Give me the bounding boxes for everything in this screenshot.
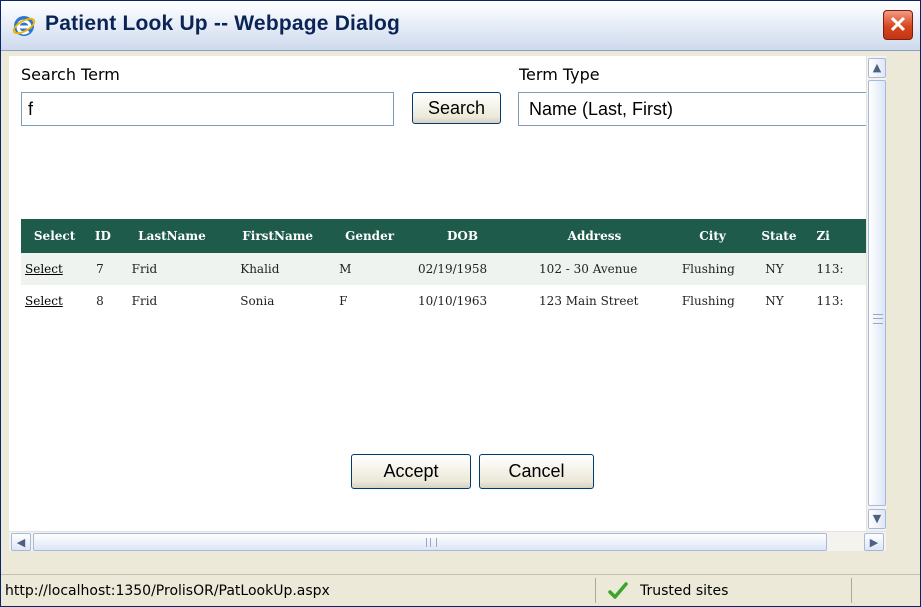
- id-cell: 7: [88, 253, 118, 285]
- scroll-right-button[interactable]: ▶: [864, 533, 884, 551]
- gender-cell: M: [329, 253, 411, 285]
- address-cell: 102 - 30 Avenue: [515, 253, 674, 285]
- internet-explorer-icon: [12, 16, 36, 36]
- chevron-right-icon: ▶: [869, 536, 879, 549]
- zip-cell: 113:: [806, 253, 866, 285]
- term-type-label: Term Type: [519, 65, 600, 84]
- search-term-input[interactable]: [21, 92, 394, 126]
- select-link[interactable]: Select: [25, 294, 63, 308]
- table-row: Select 7 Frid Khalid M 02/19/1958 102 - …: [21, 253, 866, 285]
- lastname-cell: Frid: [117, 285, 227, 317]
- term-type-select[interactable]: Name (Last, First): [518, 92, 866, 126]
- column-header-id[interactable]: ID: [88, 219, 118, 253]
- address-cell: 123 Main Street: [515, 285, 674, 317]
- patient-results-table: Select ID LastName FirstName Gender DOB …: [21, 219, 866, 317]
- search-term-label: Search Term: [21, 65, 120, 84]
- column-header-address[interactable]: Address: [515, 219, 674, 253]
- scroll-left-button[interactable]: ◀: [11, 533, 31, 551]
- term-type-selected-value: Name (Last, First): [529, 99, 674, 119]
- lastname-cell: Frid: [117, 253, 227, 285]
- column-header-gender[interactable]: Gender: [329, 219, 411, 253]
- column-header-dob[interactable]: DOB: [410, 219, 516, 253]
- state-cell: NY: [751, 253, 807, 285]
- firstname-cell: Sonia: [226, 285, 330, 317]
- horizontal-scroll-thumb[interactable]: [33, 533, 827, 551]
- dialog-window: Patient Look Up -- Webpage Dialog ✕ Sear…: [0, 0, 921, 607]
- dob-cell: 10/10/1963: [410, 285, 516, 317]
- horizontal-scrollbar[interactable]: ◀ ▶: [9, 531, 886, 551]
- table-row: Select 8 Frid Sonia F 10/10/1963 123 Mai…: [21, 285, 866, 317]
- title-bar[interactable]: Patient Look Up -- Webpage Dialog ✕: [1, 1, 920, 51]
- close-icon: ✕: [888, 12, 908, 37]
- select-link[interactable]: Select: [25, 262, 63, 276]
- city-cell: Flushing: [673, 253, 752, 285]
- status-bar: http://localhost:1350/ProlisOR/PatLookUp…: [1, 574, 920, 606]
- column-header-firstname[interactable]: FirstName: [226, 219, 330, 253]
- close-button[interactable]: ✕: [883, 10, 913, 40]
- select-cell: Select: [21, 253, 89, 285]
- column-header-state[interactable]: State: [751, 219, 807, 253]
- id-cell: 8: [88, 285, 118, 317]
- state-cell: NY: [751, 285, 807, 317]
- cancel-button[interactable]: Cancel: [479, 454, 594, 489]
- gender-cell: F: [329, 285, 411, 317]
- chevron-left-icon: ◀: [16, 536, 26, 549]
- city-cell: Flushing: [673, 285, 752, 317]
- scroll-up-button[interactable]: ▲: [868, 58, 886, 78]
- scroll-down-button[interactable]: ▼: [868, 509, 886, 529]
- security-zone-label: Trusted sites: [640, 583, 729, 599]
- status-divider: [851, 578, 852, 603]
- checkmark-icon: [608, 582, 628, 599]
- grip-icon: [873, 314, 883, 324]
- vertical-scrollbar[interactable]: ▲ ▼: [866, 56, 886, 531]
- dob-cell: 02/19/1958: [410, 253, 516, 285]
- column-header-zip[interactable]: Zi: [806, 219, 866, 253]
- column-header-select[interactable]: Select: [21, 219, 89, 253]
- column-header-lastname[interactable]: LastName: [117, 219, 227, 253]
- vertical-scroll-thumb[interactable]: [868, 80, 886, 506]
- firstname-cell: Khalid: [226, 253, 330, 285]
- dialog-content: Search Term Term Type Search Name (Last,…: [9, 56, 866, 531]
- table-header-row: Select ID LastName FirstName Gender DOB …: [21, 219, 866, 253]
- zip-cell: 113:: [806, 285, 866, 317]
- chevron-up-icon: ▲: [872, 61, 882, 74]
- dialog-title: Patient Look Up -- Webpage Dialog: [45, 12, 401, 35]
- chevron-down-icon: ▼: [872, 512, 882, 525]
- column-header-city[interactable]: City: [673, 219, 752, 253]
- accept-button[interactable]: Accept: [351, 454, 471, 489]
- status-url: http://localhost:1350/ProlisOR/PatLookUp…: [5, 583, 330, 599]
- grip-icon: [426, 538, 437, 547]
- select-cell: Select: [21, 285, 89, 317]
- status-divider: [595, 578, 596, 603]
- search-button[interactable]: Search: [412, 92, 501, 124]
